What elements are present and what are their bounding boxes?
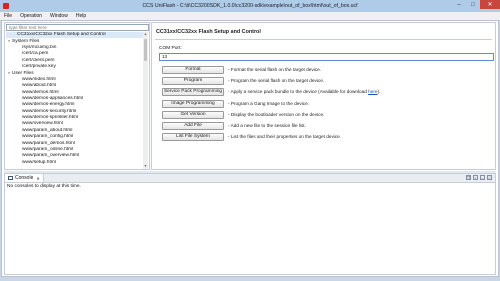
console-icon: [8, 176, 13, 180]
action-description: - Display the bootloader version on the …: [228, 111, 324, 119]
console-header: [5, 174, 495, 183]
tree-item-label: /cert/client.pem: [22, 57, 55, 63]
open-console-icon[interactable]: ❐: [466, 175, 471, 180]
list-file-system-button[interactable]: List File System: [162, 133, 224, 142]
tree-item-label: www/setup.html: [22, 159, 56, 165]
filter-input[interactable]: type filter text here: [6, 24, 149, 31]
tree-item-label: www/demos-sprinkler.html: [22, 115, 78, 121]
action-description: - Program a Gang Image to the device.: [228, 100, 309, 108]
tree-item-label: www/param_online.html: [22, 147, 74, 153]
scroll-up-icon[interactable]: ▲: [143, 32, 148, 37]
tab-console[interactable]: Console ✕: [5, 174, 44, 182]
tree-item-label: www/overview.html: [22, 121, 63, 127]
format-button[interactable]: Format: [162, 66, 224, 74]
scroll-down-icon[interactable]: ▼: [143, 164, 148, 169]
console-view: Console ✕ ❐ ▿ – □ No consoles to display…: [4, 173, 496, 275]
com-port-label: COM Port:: [159, 46, 182, 51]
menu-file[interactable]: File: [0, 12, 16, 20]
menu-bar: File Operation Window Help: [0, 12, 500, 20]
tree-item-label: www/demos-security.html: [22, 108, 77, 114]
image-programming-button[interactable]: Image Programming: [162, 99, 224, 108]
menu-operation[interactable]: Operation: [16, 12, 46, 20]
download-link[interactable]: here: [368, 89, 377, 94]
action-description: - Program the serial flash on the target…: [228, 77, 324, 85]
description-text: - Display the bootloader version on the …: [228, 111, 325, 117]
tree-item-label: www/param_about.html: [22, 127, 73, 133]
tree-item-label: User Files: [12, 71, 34, 77]
view-menu-icon[interactable]: ▿: [473, 175, 478, 180]
minimize-button[interactable]: –: [452, 0, 466, 9]
session-tree: CC31xx/CC32xx Flash Setup and Control ▿ Sy…: [6, 32, 143, 169]
flash-setup-panel: CC31xx/CC32xx Flash Setup and Control CO…: [151, 22, 496, 170]
maximize-view-icon[interactable]: □: [487, 175, 492, 180]
page-title: CC31xx/CC32xx Flash Setup and Control: [156, 29, 261, 35]
close-button[interactable]: ✕: [480, 0, 500, 9]
action-description: - List the files and their properties on…: [228, 133, 341, 141]
tree-item-label: /sys/mcuimg.bin: [22, 44, 57, 50]
title-divider: [155, 39, 492, 40]
description-text-end: ).: [377, 89, 381, 95]
description-text: - List the files and their properties on…: [228, 134, 342, 140]
com-port-input[interactable]: 13: [159, 53, 494, 61]
description-text: - Format the serial flash on the target …: [228, 67, 322, 72]
maximize-button[interactable]: □: [466, 0, 480, 9]
scroll-thumb[interactable]: [144, 39, 147, 61]
add-file-button[interactable]: Add File: [162, 122, 224, 130]
action-description: - Add a new file to the session file lis…: [228, 122, 306, 130]
description-text: - Program a Gang Image to the device.: [228, 100, 310, 106]
tree-item[interactable]: www/setup.html: [6, 160, 143, 166]
action-description: - Apply a service pack bundle to the dev…: [228, 88, 380, 96]
console-message: No consoles to display at this time.: [7, 184, 81, 189]
tree-item-label: www/about.html: [22, 83, 57, 89]
tree-item-label: /cert/ca.pem: [22, 51, 49, 57]
tree-item-label: www/param_demos.html: [22, 140, 75, 146]
service-pack-programming-button[interactable]: Service Pack Programming: [162, 88, 224, 97]
menu-window[interactable]: Window: [46, 12, 72, 20]
action-description: - Format the serial flash on the target …: [228, 66, 321, 74]
tree-item-label: www/demos-energy.html: [22, 102, 75, 108]
tree-item-label: System Files: [12, 39, 40, 45]
window-titlebar[interactable]: CCS UniFlash - C:\ti\CC3200SDK_1.0.0\cc3…: [0, 0, 500, 12]
tree-item-label: /cert/private.key: [22, 63, 56, 69]
tree-item-label: CC31xx/CC32xx Flash Setup and Control: [17, 32, 106, 37]
session-tree-pane: type filter text here CC31xx/CC32xx Flas…: [4, 22, 150, 170]
get-version-button[interactable]: Get Version: [162, 110, 224, 119]
tree-item-label: www/index.html: [22, 76, 56, 82]
tree-item-label: www/demos-appliances.html: [22, 95, 84, 101]
minimize-view-icon[interactable]: –: [480, 175, 485, 180]
tree-scrollbar[interactable]: ▲ ▼: [143, 32, 148, 169]
console-tab-label: Console: [15, 175, 34, 181]
menu-help[interactable]: Help: [72, 12, 90, 20]
description-text: - Apply a service pack bundle to the dev…: [228, 89, 369, 95]
tree-item-label: www/param_overview.html: [22, 153, 80, 159]
tree-item-label: www/param_config.html: [22, 134, 74, 140]
program-button[interactable]: Program: [162, 77, 224, 86]
window-title: CCS UniFlash - C:\ti\CC3200SDK_1.0.0\cc3…: [142, 3, 358, 9]
close-icon[interactable]: ✕: [36, 176, 39, 181]
description-text: - Add a new file to the session file lis…: [228, 123, 306, 128]
tree-item-label: www/demos.html: [22, 89, 59, 95]
description-text: - Program the serial flash on the target…: [228, 78, 325, 84]
